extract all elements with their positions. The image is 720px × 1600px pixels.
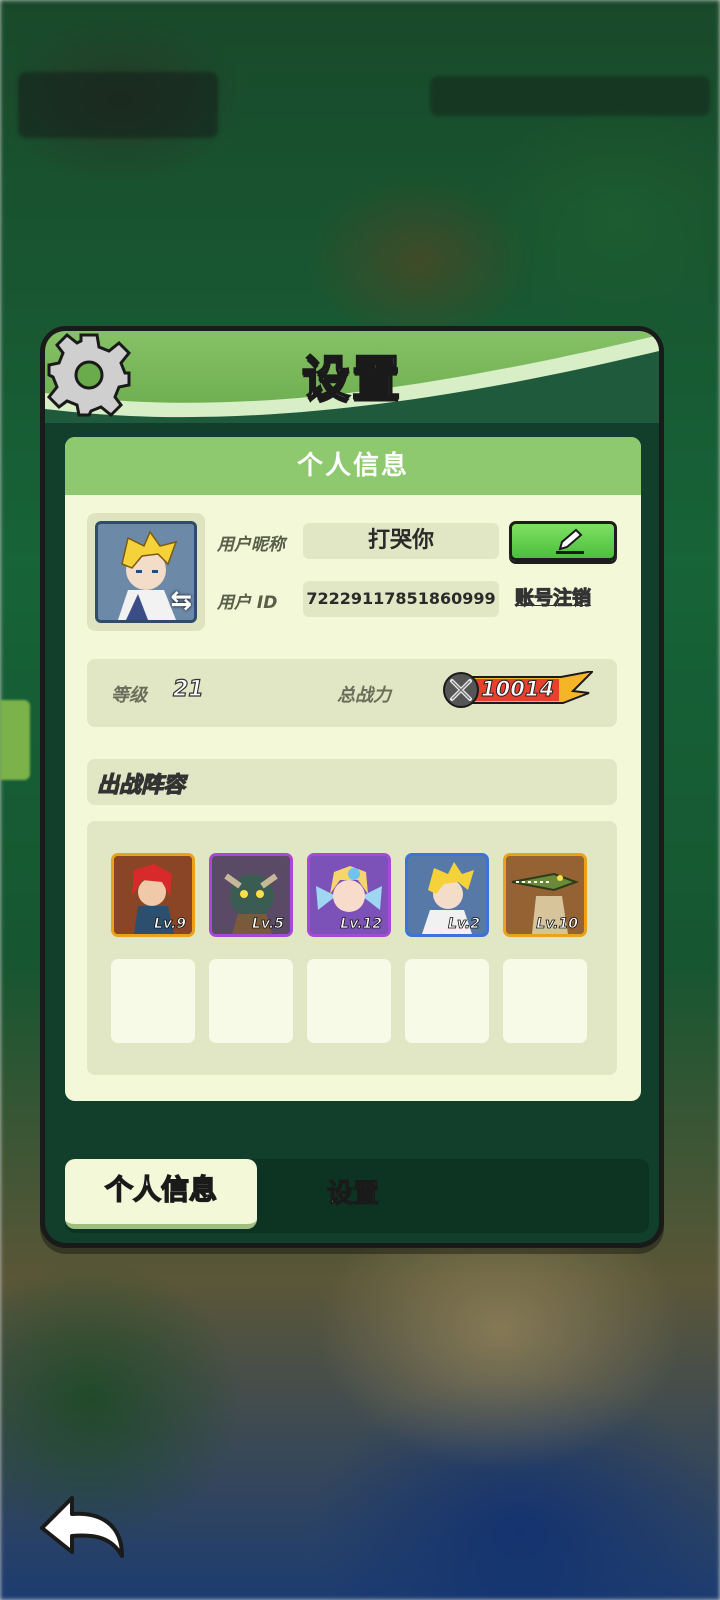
user-id-field: 72229117851860999: [303, 581, 499, 617]
cancel-account-link[interactable]: 账号注销: [514, 583, 591, 610]
level-label: 等级: [111, 685, 147, 706]
hero-card[interactable]: Lv.5: [209, 853, 293, 937]
hero-level: Lv.5: [252, 916, 285, 933]
nickname-field: 打哭你: [303, 523, 499, 559]
power-value: 10014: [480, 677, 555, 702]
lineup-box: Lv.9 Lv.5 Lv.12 Lv.2 Lv.10: [87, 821, 617, 1075]
power-badge: 10014: [443, 669, 596, 709]
power-label: 总战力: [337, 685, 391, 706]
empty-lineup-slot[interactable]: [111, 959, 195, 1043]
lineup-header: 出战阵容: [87, 759, 617, 805]
panel-title: 个人信息: [65, 437, 641, 495]
empty-lineup-slot[interactable]: [405, 959, 489, 1043]
avatar[interactable]: ⇆: [95, 521, 197, 623]
blurred-player-hud: [18, 72, 218, 138]
empty-lineup-slot[interactable]: [209, 959, 293, 1043]
level-value: 21: [172, 676, 204, 702]
lineup-title: 出战阵容: [96, 772, 186, 798]
dialog-title: 设置: [301, 350, 402, 408]
profile-section: ⇆ 用户昵称 打哭你 用户 ID 72229117851860999 账号注销: [65, 495, 641, 645]
stats-bar: 等级 21 总战力 10014: [87, 659, 617, 727]
hero-card[interactable]: Lv.12: [307, 853, 391, 937]
pencil-icon: [556, 528, 584, 554]
user-id-label: 用户 ID: [217, 593, 278, 613]
hero-card[interactable]: Lv.10: [503, 853, 587, 937]
dialog-header: 设置: [45, 331, 659, 423]
tab-bar: 个人信息 设置: [65, 1159, 649, 1233]
empty-lineup-slot[interactable]: [503, 959, 587, 1043]
swap-icon: ⇆: [170, 586, 192, 616]
hero-card[interactable]: Lv.2: [405, 853, 489, 937]
edit-nickname-button[interactable]: [509, 521, 617, 561]
hero-card[interactable]: Lv.9: [111, 853, 195, 937]
empty-slot-row: [111, 959, 587, 1043]
profile-panel: 个人信息 ⇆ 用户昵称 打哭你 用户 ID 72229117851860999 …: [65, 437, 641, 1101]
avatar-frame[interactable]: ⇆: [87, 513, 205, 631]
hero-row: Lv.9 Lv.5 Lv.12 Lv.2 Lv.10: [111, 853, 587, 937]
settings-dialog: 设置 个人信息 ⇆ 用户昵称 打哭你 用户 ID 722291178518609…: [40, 326, 664, 1248]
hero-level: Lv.12: [340, 916, 383, 933]
crossed-swords-icon: [450, 679, 472, 701]
blurred-currency-hud: [430, 76, 710, 116]
back-arrow-icon[interactable]: [36, 1490, 128, 1562]
hero-level: Lv.9: [154, 916, 187, 933]
tab-personal-info[interactable]: 个人信息: [65, 1159, 257, 1229]
hero-level: Lv.10: [536, 916, 579, 933]
tab-settings[interactable]: 设置: [326, 1173, 379, 1210]
hero-level: Lv.2: [448, 916, 481, 933]
nickname-label: 用户昵称: [217, 535, 285, 555]
blurred-side-button: [0, 700, 30, 780]
empty-lineup-slot[interactable]: [307, 959, 391, 1043]
